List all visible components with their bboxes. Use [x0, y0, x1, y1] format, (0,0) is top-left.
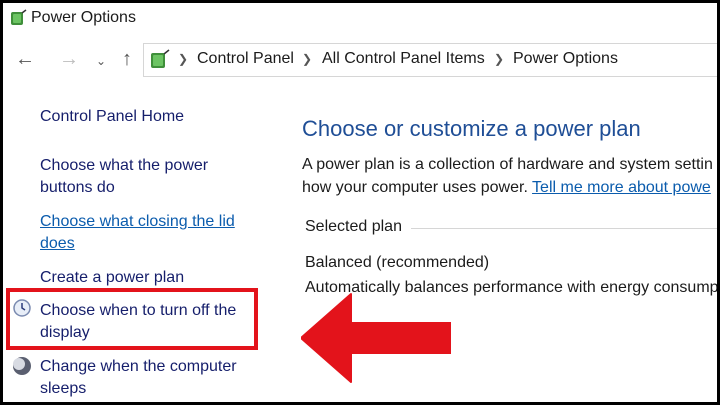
description-text: how your computer uses power.	[302, 179, 528, 196]
sidebar-item-label: Choose what the power	[40, 157, 209, 174]
sidebar-item-label: sleeps	[40, 380, 87, 397]
sidebar-item-label: Choose what closing the lid	[40, 213, 235, 230]
sidebar-item-label: Change when the computer	[40, 358, 237, 375]
back-arrow-icon[interactable]: ←	[13, 49, 37, 69]
power-options-icon	[11, 9, 27, 25]
plan-name: Balanced (recommended)	[305, 254, 490, 271]
up-arrow-icon[interactable]: ↑	[115, 49, 139, 69]
breadcrumb-control-panel[interactable]: Control Panel	[197, 50, 294, 68]
divider	[411, 228, 717, 229]
moon-icon	[13, 357, 31, 375]
description-line: A power plan is a collection of hardware…	[302, 156, 713, 173]
breadcrumb-all-items[interactable]: All Control Panel Items	[322, 50, 485, 68]
breadcrumb-power-options[interactable]: Power Options	[513, 50, 618, 68]
address-field[interactable]: ❯ Control Panel ❯ All Control Panel Item…	[143, 43, 717, 77]
page-description: A power plan is a collection of hardware…	[302, 153, 717, 199]
chevron-right-icon: ❯	[178, 52, 189, 66]
sidebar-item-computer-sleeps[interactable]: Change when the computer sleeps	[40, 356, 260, 400]
chevron-right-icon: ❯	[494, 52, 505, 66]
sidebar-item-label: does	[40, 235, 75, 252]
tell-me-more-link[interactable]: Tell me more about powe	[532, 179, 711, 196]
power-options-icon	[151, 49, 170, 68]
recent-locations-chevron-icon[interactable]: ⌄	[89, 51, 113, 71]
highlight-box	[6, 288, 258, 350]
page-title: Choose or customize a power plan	[302, 116, 641, 141]
description-line: how your computer uses power. Tell me mo…	[302, 176, 717, 199]
address-bar: ← → ⌄ ↑ ❯ Control Panel ❯ All Control Pa…	[3, 41, 717, 77]
sidebar-item-closing-lid[interactable]: Choose what closing the lid does	[40, 211, 260, 255]
sidebar-item-label: buttons do	[40, 179, 115, 196]
window: Power Options ← → ⌄ ↑ ❯ Control Panel ❯ …	[0, 0, 720, 405]
sidebar-item-control-panel-home[interactable]: Control Panel Home	[40, 106, 260, 128]
sidebar-item-create-plan[interactable]: Create a power plan	[40, 267, 260, 289]
sidebar-item-power-buttons[interactable]: Choose what the power buttons do	[40, 155, 260, 199]
red-arrow-annotation	[301, 293, 451, 383]
title-bar: Power Options	[3, 3, 717, 37]
selected-plan-heading: Selected plan	[305, 218, 402, 235]
chevron-right-icon: ❯	[302, 52, 313, 66]
window-title: Power Options	[31, 9, 136, 26]
forward-arrow-icon[interactable]: →	[57, 49, 81, 69]
